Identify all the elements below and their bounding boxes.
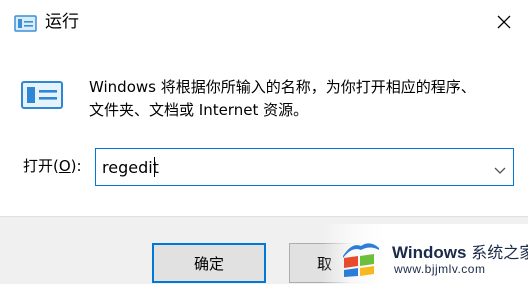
ok-button[interactable]: 确定 — [152, 243, 266, 283]
chevron-down-icon[interactable] — [493, 161, 507, 174]
open-label-suffix: ): — [70, 157, 82, 175]
instruction-text: Windows 将根据你所输入的名称，为你打开相应的程序、 文件夹、文档或 In… — [89, 76, 519, 122]
run-program-icon — [20, 80, 64, 110]
windows-logo-icon — [340, 236, 382, 278]
text-caret — [154, 157, 155, 177]
title-bar[interactable]: 运行 — [0, 0, 528, 44]
window-title: 运行 — [45, 12, 79, 32]
watermark-brand: Windows — [392, 243, 467, 262]
watermark: Windows 系统之家 www.bjjmlv.com — [322, 224, 528, 284]
open-label-accelerator: O — [58, 157, 71, 175]
watermark-url: www.bjjmlv.com — [394, 262, 486, 276]
run-dialog: 运行 Windows 将根据你所输入的名称，为你打开相应的程序、 文件夹、文档或… — [0, 0, 528, 284]
open-input[interactable] — [102, 155, 482, 179]
open-combobox[interactable] — [95, 148, 514, 186]
instruction-line-1: Windows 将根据你所输入的名称，为你打开相应的程序、 — [89, 78, 476, 96]
open-label: 打开(O): — [23, 156, 82, 176]
watermark-brand-cn: 系统之家 — [471, 245, 528, 262]
close-button[interactable] — [486, 6, 522, 38]
watermark-title: Windows 系统之家 — [392, 239, 528, 263]
close-icon — [497, 15, 511, 29]
run-icon — [14, 13, 38, 33]
instruction-line-2: 文件夹、文档或 Internet 资源。 — [89, 101, 309, 119]
open-label-prefix: 打开( — [23, 157, 59, 175]
